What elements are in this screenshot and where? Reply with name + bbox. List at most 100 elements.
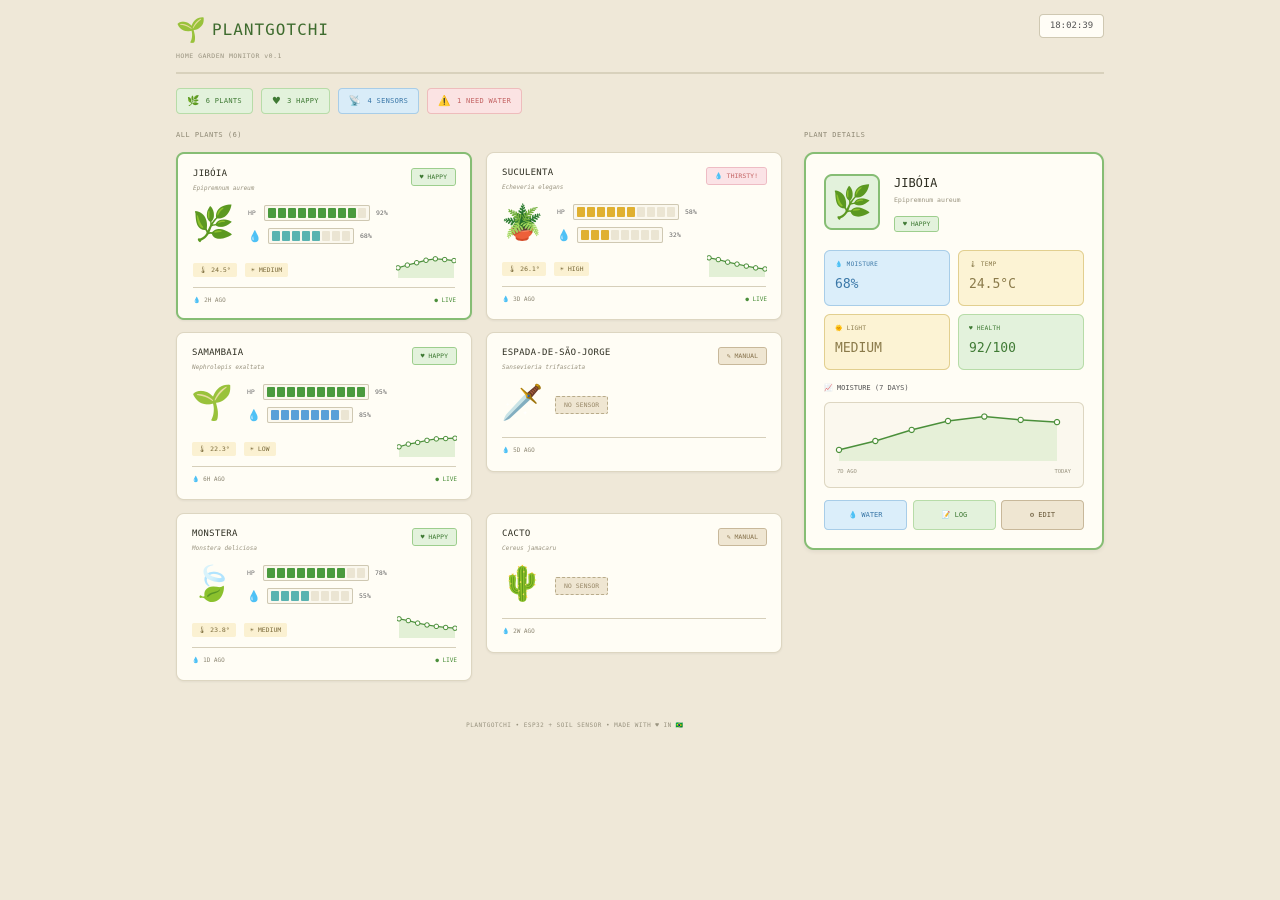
meter-segment-empty — [347, 568, 355, 578]
meter-segment-empty — [342, 231, 350, 241]
detail-status-badge: ♥ HAPPY — [894, 216, 940, 232]
meter-segment-empty — [332, 231, 340, 241]
meter-segment-filled — [301, 591, 309, 601]
meter-segment-filled — [291, 410, 299, 420]
meter-segment-filled — [311, 410, 319, 420]
hp-label: HP — [248, 209, 256, 217]
plant-scientific-name: Sansevieria trifasciata — [502, 364, 586, 371]
sparkline-point — [724, 259, 731, 265]
meter-segment-empty — [341, 410, 349, 420]
log-button[interactable]: 📝 LOG — [913, 500, 996, 530]
stat-pill[interactable]: ♥ 3 HAPPY — [260, 88, 330, 114]
moisture-chart-point — [944, 417, 952, 425]
water-percent: 55% — [359, 592, 371, 600]
light-chip: ☀ HIGH — [554, 262, 590, 276]
water-percent: 85% — [359, 411, 371, 419]
meter-segment-filled — [301, 410, 309, 420]
meter-bar — [268, 228, 354, 244]
meter-segment-filled — [318, 208, 326, 218]
meter-segment-filled — [287, 568, 295, 578]
temp-tile-label: 🌡 TEMP — [969, 261, 997, 268]
meter-segment-filled — [347, 387, 355, 397]
status-badge: 💧 THIRSTY! — [705, 167, 767, 185]
status-badge: ♥ HAPPY — [411, 347, 457, 365]
sparkline-point — [414, 439, 421, 446]
meter-segment-filled — [617, 207, 625, 217]
stat-label: 1 NEED WATER — [456, 97, 512, 105]
header: 🌱 PLANTGOTCHI HOME GARDEN MONITOR v0.1 1… — [176, 14, 1104, 74]
temperature-chip: 🌡 22.3° — [192, 442, 236, 456]
plant-card[interactable]: JIBÓIA Epipremnum aureum ♥ HAPPY 🌿 HP 92% 💧 68%… — [176, 152, 472, 320]
moisture-chart: 7D AGO TODAY — [824, 402, 1084, 488]
plant-scientific-name: Epipremnum aureum — [193, 185, 255, 192]
moisture-sparkline — [707, 255, 767, 277]
stat-pill[interactable]: ⚠️ 1 NEED WATER — [427, 88, 523, 114]
meter-segment-empty — [358, 208, 366, 218]
light-tile: 🌞 LIGHT MEDIUM — [824, 314, 950, 370]
status-badge: ✎ MANUAL — [717, 528, 767, 546]
stat-icon: ♥ — [271, 95, 282, 107]
temperature-chip: 🌡 24.5° — [193, 263, 237, 277]
last-watered: 💧 5D AGO — [502, 447, 535, 454]
light-chip: ☀ MEDIUM — [245, 263, 289, 277]
edit-button[interactable]: ⚙ EDIT — [1001, 500, 1084, 530]
sparkline-point — [715, 256, 722, 263]
moisture-tile: 💧 MOISTURE 68% — [824, 250, 950, 306]
meter-segment-filled — [331, 410, 339, 420]
header-divider — [176, 72, 1104, 74]
plant-card[interactable]: CACTO Cereus jamacaru ✎ MANUAL 🌵 NO SENSOR 💧 … — [486, 513, 782, 653]
meter-segment-empty — [657, 207, 665, 217]
clock: 18:02:39 — [1039, 14, 1104, 38]
meter-segment-filled — [601, 230, 609, 240]
stat-icon: 📡 — [348, 95, 362, 107]
plant-card[interactable]: ESPADA-DE-SÃO-JORGE Sansevieria trifascia… — [486, 332, 782, 472]
stat-icon: ⚠️ — [438, 95, 451, 107]
meter-segment-filled — [337, 568, 345, 578]
sparkline-point — [442, 624, 449, 631]
hp-label: HP — [247, 388, 255, 396]
card-divider — [192, 466, 456, 467]
health-tile: ♥ HEALTH 92/100 — [958, 314, 1084, 370]
meter-segment-filled — [591, 230, 599, 240]
meter-segment-filled — [268, 208, 276, 218]
chart-start-label: 7D AGO — [837, 469, 857, 475]
moisture-sparkline — [397, 435, 457, 457]
meter-segment-empty — [651, 230, 659, 240]
meter-segment-empty — [341, 591, 349, 601]
water-drop-icon: 💧 — [247, 589, 261, 603]
card-divider — [192, 647, 456, 648]
live-indicator: ● LIVE — [434, 297, 456, 304]
sparkline-point — [432, 256, 439, 262]
meter-segment-filled — [321, 410, 329, 420]
stat-label: 6 PLANTS — [205, 97, 242, 105]
meter-segment-empty — [621, 230, 629, 240]
meter-segment-filled — [288, 208, 296, 218]
chart-end-label: TODAY — [1054, 469, 1071, 475]
hp-meter: HP 92% — [248, 205, 388, 221]
temp-tile-value: 24.5°C — [969, 277, 1016, 292]
meter-segment-filled — [281, 591, 289, 601]
stat-pill[interactable]: 🌿 6 PLANTS — [176, 88, 253, 114]
meter-segment-filled — [338, 208, 346, 218]
plant-name: SAMAMBAIA — [192, 348, 244, 358]
plant-card[interactable]: MONSTERA Monstera deliciosa ♥ HAPPY 🍃 HP 78% 💧… — [176, 513, 472, 681]
live-indicator: ● LIVE — [435, 657, 457, 664]
sparkline-point — [424, 437, 430, 444]
meter-segment-filled — [271, 591, 279, 601]
health-tile-label: ♥ HEALTH — [969, 325, 1001, 332]
stat-label: 3 HAPPY — [287, 97, 319, 105]
stat-pill[interactable]: 📡 4 SENSORS — [337, 88, 420, 114]
sparkline-point — [405, 617, 412, 624]
meter-segment-filled — [298, 208, 306, 218]
sparkline-point — [452, 435, 457, 441]
sparkline-point — [451, 257, 456, 264]
moisture-chart-point — [908, 426, 915, 434]
plant-icon: 🌿 — [192, 204, 235, 244]
plant-card[interactable]: SUCULENTA Echeveria elegans 💧 THIRSTY! 🪴 HP 5… — [486, 152, 782, 320]
plant-card[interactable]: SAMAMBAIA Nephrolepis exaltata ♥ HAPPY 🌱 HP 9… — [176, 332, 472, 500]
moisture-tile-label: 💧 MOISTURE — [835, 261, 878, 268]
water-button[interactable]: 💧 WATER — [824, 500, 907, 530]
detail-plant-avatar: 🌿 — [824, 174, 880, 230]
moisture-chart-point — [981, 413, 988, 420]
no-sensor-tag: NO SENSOR — [555, 577, 609, 595]
